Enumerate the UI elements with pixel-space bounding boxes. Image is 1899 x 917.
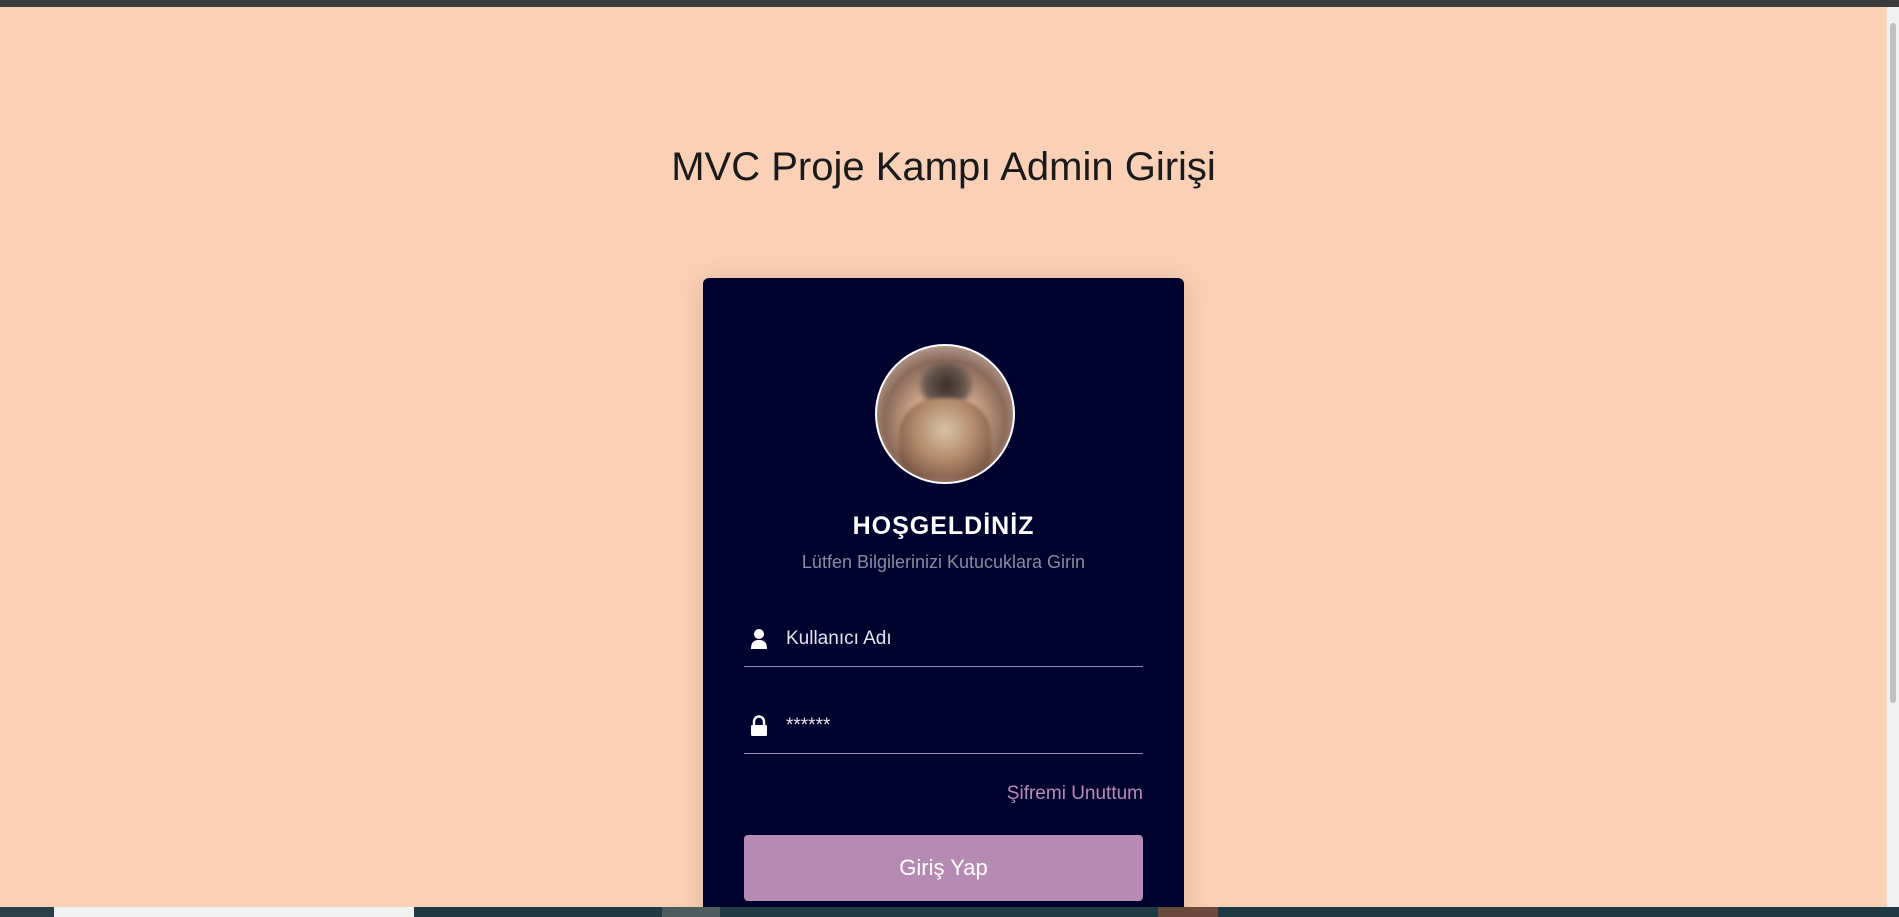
scrollbar[interactable] [1887,7,1899,909]
page-title: MVC Proje Kampı Admin Girişi [671,145,1216,189]
welcome-heading: HOŞGELDİNİZ [852,512,1035,540]
user-icon [751,629,767,649]
username-field [744,614,1143,667]
taskbar-active-window[interactable] [54,907,414,917]
lock-icon [751,715,767,736]
login-card: HOŞGELDİNİZ Lütfen Bilgilerinizi Kutucuk… [703,278,1184,917]
taskbar-segment [0,907,54,917]
taskbar-segment [662,907,720,917]
taskbar [0,907,1899,917]
welcome-subtitle: Lütfen Bilgilerinizi Kutucuklara Girin [801,552,1086,572]
password-input[interactable] [786,711,1136,741]
forgot-password-link[interactable]: Şifremi Unuttum [1007,783,1143,805]
login-page: MVC Proje Kampı Admin Girişi HOŞGELDİNİZ… [0,0,1899,917]
browser-top-bar [0,0,1899,7]
taskbar-segment [1158,907,1218,917]
username-input[interactable] [786,624,1136,654]
password-field [744,701,1143,754]
login-button[interactable]: Giriş Yap [744,835,1143,901]
scrollbar-thumb[interactable] [1890,23,1896,703]
avatar [875,344,1015,484]
avatar-photo-hands [899,398,991,478]
